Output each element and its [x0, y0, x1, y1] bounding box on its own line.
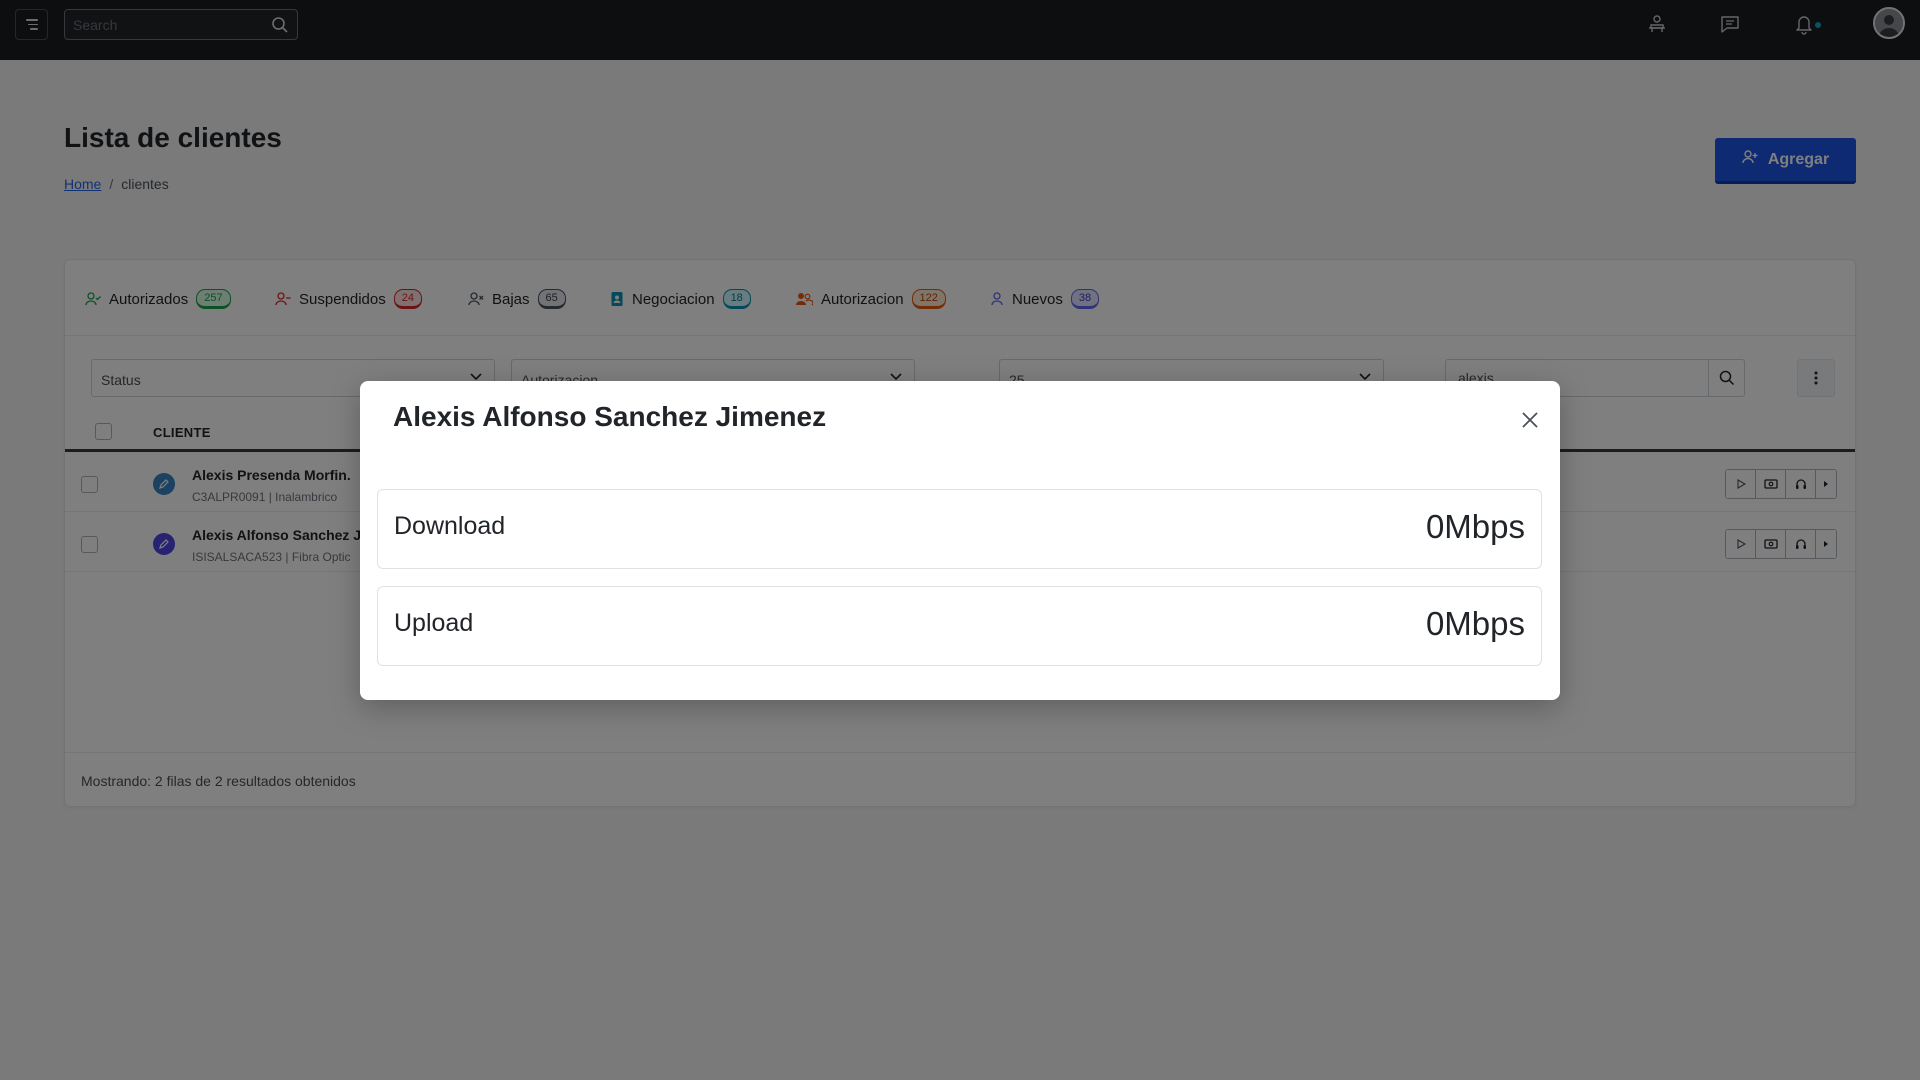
- upload-stat: Upload 0Mbps: [377, 586, 1542, 666]
- upload-label: Upload: [394, 609, 474, 637]
- download-label: Download: [394, 512, 506, 540]
- close-button[interactable]: [1518, 408, 1542, 432]
- modal-title: Alexis Alfonso Sanchez Jimenez: [393, 401, 827, 432]
- download-stat: Download 0Mbps: [377, 489, 1542, 569]
- download-value: 0Mbps: [1425, 508, 1525, 545]
- close-icon: [1522, 412, 1538, 428]
- speed-modal: Alexis Alfonso Sanchez Jimenez Download …: [360, 381, 1560, 700]
- upload-value: 0Mbps: [1425, 605, 1525, 642]
